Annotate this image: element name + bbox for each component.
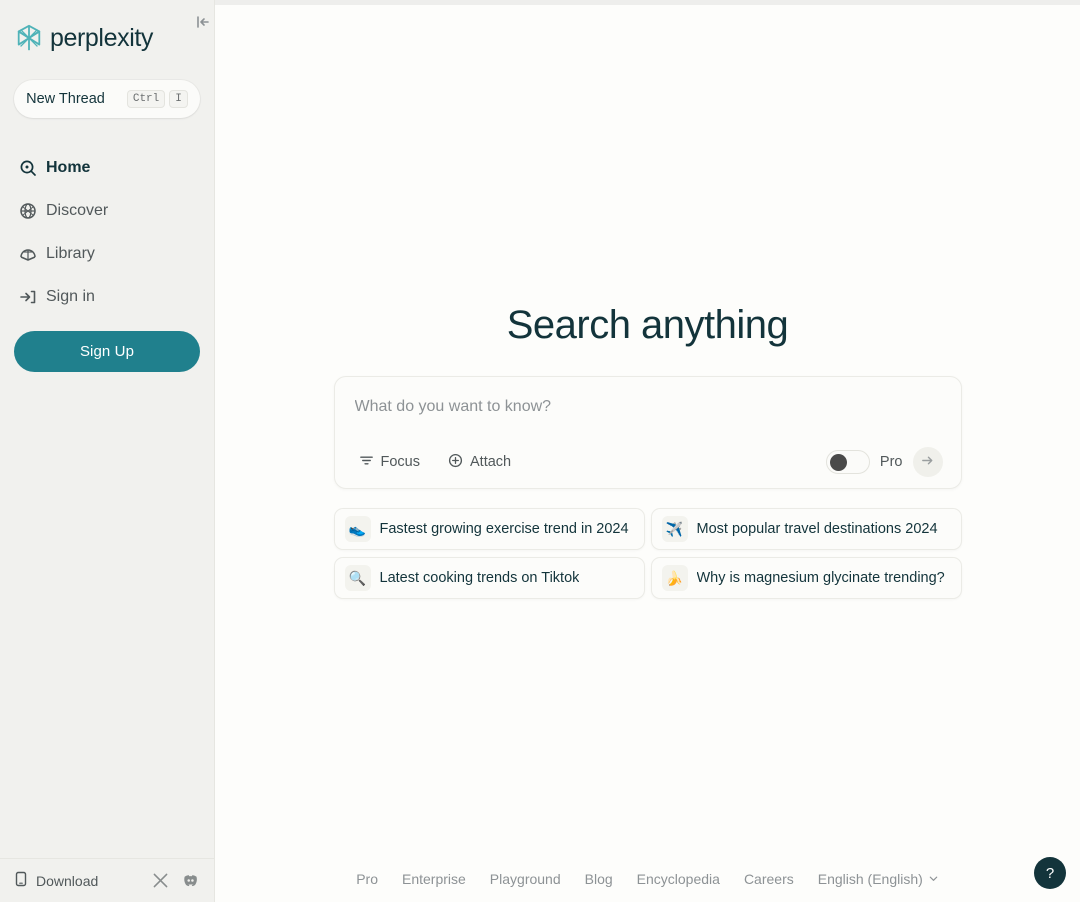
new-thread-shortcut: Ctrl I bbox=[126, 89, 188, 109]
suggestion-text-1: Fastest growing exercise trend in 2024 bbox=[379, 521, 629, 537]
plus-circle-icon bbox=[448, 453, 463, 472]
airplane-emoji: ✈️ bbox=[661, 516, 688, 542]
sidebar-header: perplexity New Thread Ctrl I bbox=[0, 0, 214, 118]
footer-link-enterprise[interactable]: Enterprise bbox=[402, 871, 466, 887]
sidebar-item-library[interactable]: Library bbox=[14, 232, 200, 275]
focus-sliders-icon bbox=[359, 453, 374, 472]
banana-emoji: 🍌 bbox=[661, 565, 688, 591]
browser-top-strip bbox=[215, 0, 1080, 5]
collapse-sidebar-button[interactable] bbox=[190, 9, 216, 35]
sidebar-item-home[interactable]: Home bbox=[14, 146, 200, 189]
running-shoe-emoji: 👟 bbox=[344, 516, 371, 542]
pro-label: Pro bbox=[879, 454, 903, 470]
new-thread-label: New Thread bbox=[26, 91, 105, 107]
download-button[interactable]: Download bbox=[14, 871, 98, 890]
sign-up-button[interactable]: Sign Up bbox=[14, 331, 200, 372]
brand[interactable]: perplexity bbox=[14, 16, 200, 60]
sidebar-item-label-library: Library bbox=[46, 244, 95, 262]
search-input[interactable] bbox=[352, 395, 943, 419]
help-button[interactable]: ? bbox=[1034, 857, 1066, 889]
library-icon bbox=[18, 244, 37, 263]
sidebar: perplexity New Thread Ctrl I Home Discov… bbox=[0, 0, 215, 902]
search-actions-right: Pro bbox=[825, 447, 943, 477]
suggestion-list: 👟 Fastest growing exercise trend in 2024… bbox=[333, 508, 962, 599]
social-links bbox=[153, 873, 200, 888]
sidebar-item-label-home: Home bbox=[46, 158, 91, 176]
sidebar-item-sign-in[interactable]: Sign in bbox=[14, 275, 200, 318]
language-label: English (English) bbox=[817, 871, 923, 887]
page-footer: Pro Enterprise Playground Blog Encyclope… bbox=[215, 856, 1080, 902]
page-title: Search anything bbox=[506, 303, 789, 347]
suggestion-card-4[interactable]: 🍌 Why is magnesium glycinate trending? bbox=[650, 557, 962, 599]
footer-link-playground[interactable]: Playground bbox=[490, 871, 561, 887]
suggestion-card-3[interactable]: 🔍 Latest cooking trends on Tiktok bbox=[333, 557, 645, 599]
shortcut-key-ctrl: Ctrl bbox=[126, 89, 166, 109]
shortcut-key-i: I bbox=[169, 89, 188, 109]
pro-toggle-knob bbox=[829, 454, 847, 471]
mobile-phone-icon bbox=[14, 871, 28, 890]
sidebar-nav: Home Discover Library Sign in bbox=[0, 146, 214, 318]
globe-icon bbox=[18, 201, 37, 220]
search-card: Focus Attach bbox=[333, 376, 962, 489]
suggestion-card-1[interactable]: 👟 Fastest growing exercise trend in 2024 bbox=[333, 508, 645, 550]
home-search-icon bbox=[18, 158, 37, 177]
x-twitter-icon[interactable] bbox=[153, 873, 168, 888]
attach-label: Attach bbox=[470, 454, 512, 470]
arrow-right-icon bbox=[920, 453, 935, 471]
sidebar-item-discover[interactable]: Discover bbox=[14, 189, 200, 232]
footer-link-blog[interactable]: Blog bbox=[585, 871, 613, 887]
language-selector[interactable]: English (English) bbox=[818, 871, 939, 887]
suggestion-card-2[interactable]: ✈️ Most popular travel destinations 2024 bbox=[650, 508, 962, 550]
search-actions: Focus Attach Pro bbox=[353, 436, 943, 488]
discord-icon[interactable] bbox=[183, 874, 200, 887]
pro-toggle[interactable] bbox=[825, 450, 870, 474]
footer-link-careers[interactable]: Careers bbox=[744, 871, 794, 887]
magnifying-glass-emoji: 🔍 bbox=[344, 565, 371, 591]
suggestion-text-2: Most popular travel destinations 2024 bbox=[696, 521, 938, 537]
sign-in-icon bbox=[18, 287, 37, 306]
attach-button[interactable]: Attach bbox=[442, 448, 517, 477]
hero-section: Search anything Focus bbox=[215, 303, 1080, 599]
focus-button[interactable]: Focus bbox=[353, 448, 427, 477]
main-content: Search anything Focus bbox=[215, 0, 1080, 902]
new-thread-button[interactable]: New Thread Ctrl I bbox=[14, 80, 200, 118]
perplexity-logo-icon bbox=[17, 24, 41, 51]
sidebar-item-label-discover: Discover bbox=[46, 201, 109, 219]
footer-link-encyclopedia[interactable]: Encyclopedia bbox=[637, 871, 720, 887]
chevron-down-icon bbox=[928, 871, 939, 887]
submit-button[interactable] bbox=[912, 447, 943, 477]
suggestion-text-3: Latest cooking trends on Tiktok bbox=[379, 570, 580, 586]
brand-name: perplexity bbox=[50, 23, 153, 52]
suggestion-text-4: Why is magnesium glycinate trending? bbox=[696, 570, 945, 586]
sidebar-item-label-sign-in: Sign in bbox=[46, 287, 95, 305]
footer-link-pro[interactable]: Pro bbox=[356, 871, 378, 887]
download-label: Download bbox=[36, 872, 99, 889]
focus-label: Focus bbox=[380, 454, 421, 470]
sidebar-footer: Download bbox=[0, 858, 214, 902]
collapse-sidebar-icon bbox=[197, 16, 209, 28]
perplexity-app: perplexity New Thread Ctrl I Home Discov… bbox=[0, 0, 1080, 902]
